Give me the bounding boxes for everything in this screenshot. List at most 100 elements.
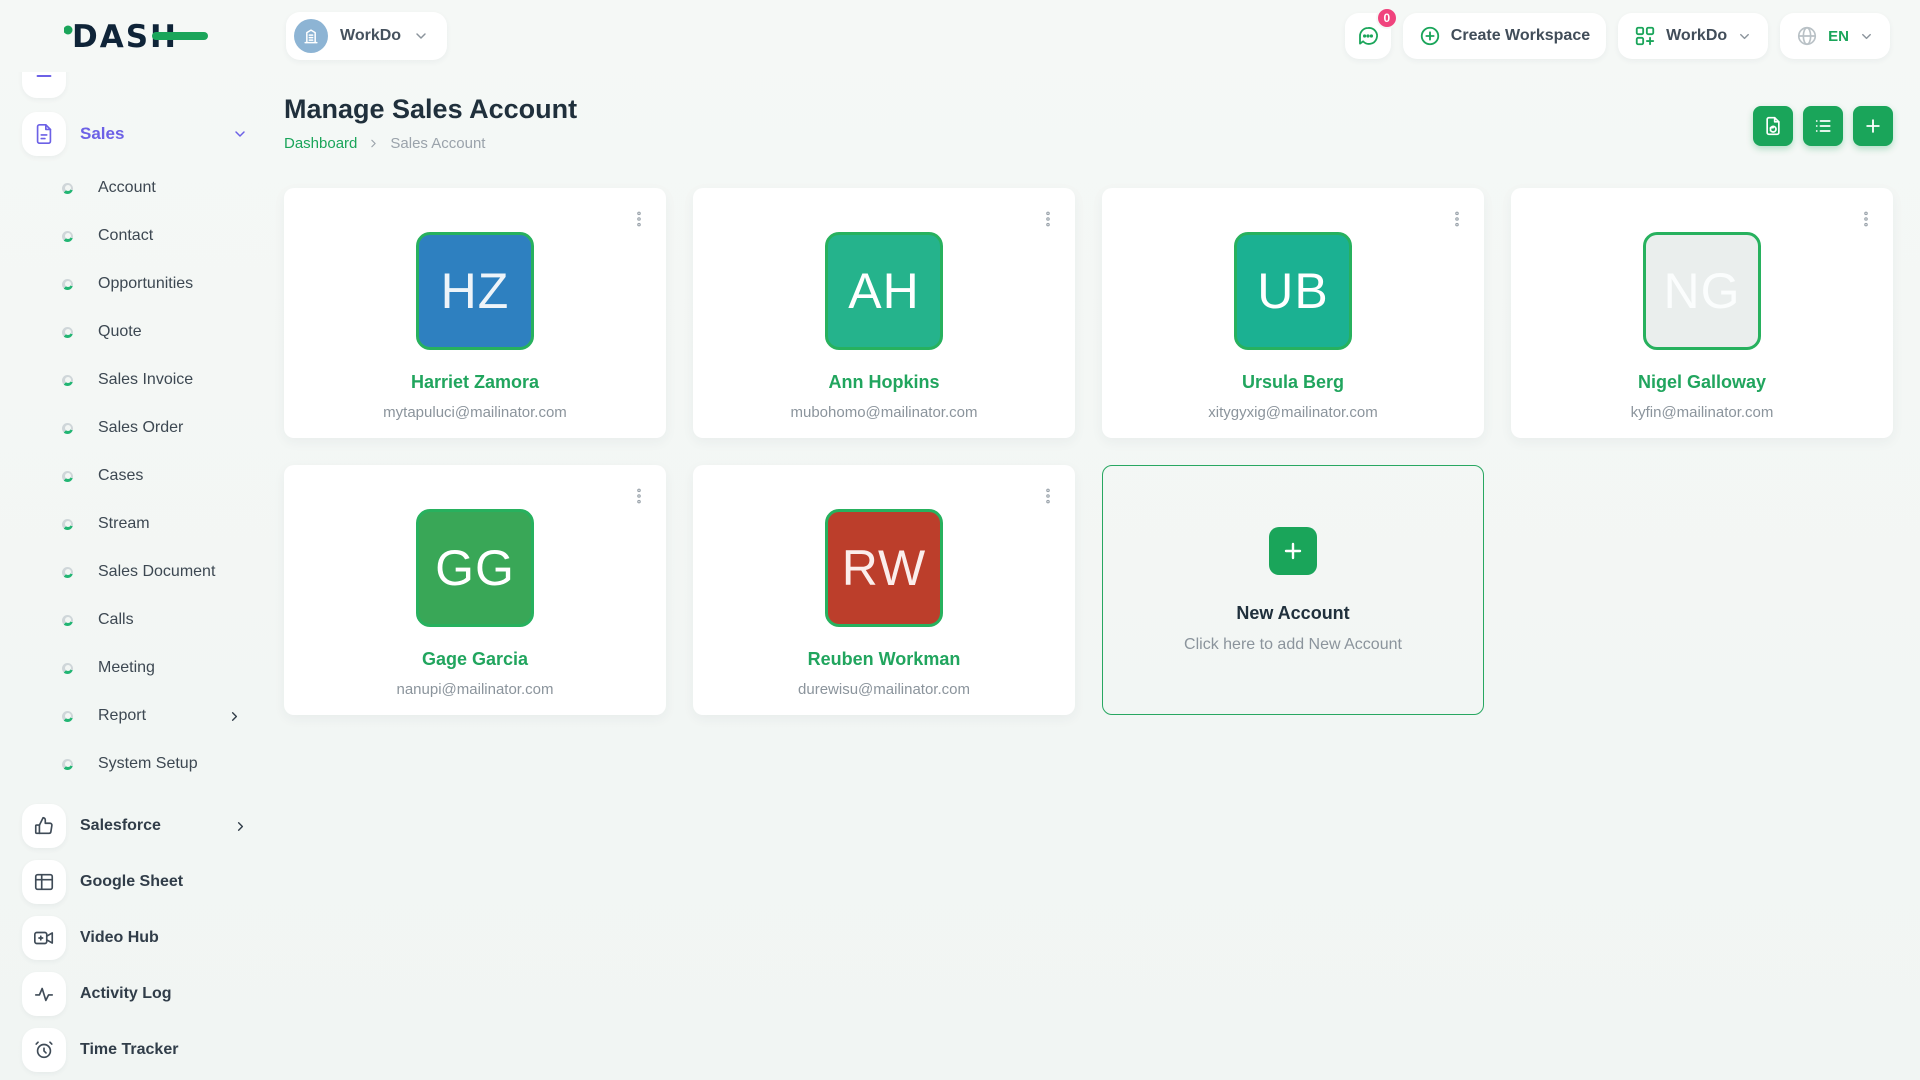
main-content: Manage Sales Account Dashboard Sales Acc… bbox=[284, 72, 1893, 715]
account-card: RW Reuben Workman durewisu@mailinator.co… bbox=[693, 465, 1075, 715]
sidebar-subitem[interactable]: Account bbox=[22, 164, 262, 212]
top-bar: DASH WorkDo 0 Creat bbox=[0, 0, 1920, 72]
sidebar-item-time-tracker[interactable]: Time Tracker bbox=[22, 1022, 262, 1078]
account-card: GG Gage Garcia nanupi@mailinator.com bbox=[284, 465, 666, 715]
card-menu-button[interactable] bbox=[626, 204, 652, 234]
sidebar-subitem[interactable]: Sales Invoice bbox=[22, 356, 262, 404]
account-name-link[interactable]: Ursula Berg bbox=[1242, 372, 1344, 393]
account-email: mubohomo@mailinator.com bbox=[791, 404, 978, 421]
new-account-title: New Account bbox=[1236, 603, 1349, 624]
card-menu-button[interactable] bbox=[1035, 204, 1061, 234]
sidebar-item-salesforce[interactable]: Salesforce bbox=[22, 798, 262, 854]
workdo-apps-menu[interactable]: WorkDo bbox=[1618, 13, 1768, 59]
account-email: durewisu@mailinator.com bbox=[798, 681, 970, 698]
workdo-menu-label: WorkDo bbox=[1666, 27, 1727, 45]
messages-button[interactable]: 0 bbox=[1345, 13, 1391, 59]
sidebar-item-label: Google Sheet bbox=[80, 873, 183, 891]
sidebar-subitem[interactable]: Sales Document bbox=[22, 548, 262, 596]
account-email: nanupi@mailinator.com bbox=[397, 681, 554, 698]
sidebar-subitem[interactable]: System Setup bbox=[22, 740, 262, 788]
chevron-right-icon bbox=[367, 137, 380, 150]
account-name-link[interactable]: Gage Garcia bbox=[422, 649, 528, 670]
list-view-button[interactable] bbox=[1803, 106, 1843, 146]
bullet-icon bbox=[62, 375, 73, 386]
account-name-link[interactable]: Harriet Zamora bbox=[411, 372, 539, 393]
page-title: Manage Sales Account bbox=[284, 94, 577, 125]
sidebar-subitem[interactable]: Report bbox=[22, 692, 262, 740]
table-icon bbox=[22, 860, 66, 904]
sidebar-subitem[interactable]: Quote bbox=[22, 308, 262, 356]
chevron-right-icon bbox=[233, 819, 248, 834]
sidebar-subitem-label: Contact bbox=[98, 227, 153, 245]
file-refresh-icon bbox=[1763, 116, 1783, 136]
sidebar-subitem-label: System Setup bbox=[98, 755, 198, 773]
building-icon bbox=[301, 26, 321, 46]
sidebar-item-label: Time Tracker bbox=[80, 1041, 178, 1059]
page-header: Manage Sales Account Dashboard Sales Acc… bbox=[284, 72, 1893, 152]
breadcrumb-dashboard-link[interactable]: Dashboard bbox=[284, 135, 357, 152]
card-menu-button[interactable] bbox=[1035, 481, 1061, 511]
sidebar-subitem-label: Stream bbox=[98, 515, 150, 533]
bullet-icon bbox=[62, 231, 73, 242]
card-menu-button[interactable] bbox=[1853, 204, 1879, 234]
workspace-selector[interactable]: WorkDo bbox=[286, 12, 447, 60]
account-name-link[interactable]: Ann Hopkins bbox=[829, 372, 940, 393]
sidebar-subitem[interactable]: Contact bbox=[22, 212, 262, 260]
sidebar-subitem-label: Meeting bbox=[98, 659, 155, 677]
plus-circle-icon bbox=[1419, 25, 1441, 47]
sidebar-item-clipped-top[interactable] bbox=[22, 72, 262, 98]
globe-icon bbox=[1796, 25, 1818, 47]
messages-badge: 0 bbox=[1376, 7, 1398, 29]
workspace-avatar bbox=[294, 19, 328, 53]
header-actions: 0 Create Workspace WorkDo bbox=[1345, 13, 1890, 59]
sidebar-item-activity-log[interactable]: Activity Log bbox=[22, 966, 262, 1022]
avatar: RW bbox=[825, 509, 943, 627]
create-workspace-label: Create Workspace bbox=[1451, 27, 1590, 45]
sidebar-subitem-label: Calls bbox=[98, 611, 134, 629]
sidebar-subitem-label: Opportunities bbox=[98, 275, 193, 293]
card-menu-button[interactable] bbox=[626, 481, 652, 511]
bullet-icon bbox=[62, 663, 73, 674]
account-name-link[interactable]: Nigel Galloway bbox=[1638, 372, 1766, 393]
sidebar-subitem[interactable]: Sales Order bbox=[22, 404, 262, 452]
dash-icon bbox=[22, 72, 66, 98]
sidebar-subitem[interactable]: Cases bbox=[22, 452, 262, 500]
account-name-link[interactable]: Reuben Workman bbox=[808, 649, 961, 670]
import-export-button[interactable] bbox=[1753, 106, 1793, 146]
bullet-icon bbox=[62, 615, 73, 626]
sidebar-group-sales[interactable]: Sales bbox=[22, 112, 262, 156]
language-selector[interactable]: EN bbox=[1780, 13, 1890, 59]
card-menu-button[interactable] bbox=[1444, 204, 1470, 234]
more-vertical-icon bbox=[1448, 208, 1466, 230]
avatar: HZ bbox=[416, 232, 534, 350]
plus-icon bbox=[1863, 116, 1883, 136]
sidebar-item-video-hub[interactable]: Video Hub bbox=[22, 910, 262, 966]
account-card: AH Ann Hopkins mubohomo@mailinator.com bbox=[693, 188, 1075, 438]
sidebar-subitem[interactable]: Stream bbox=[22, 500, 262, 548]
video-camera-icon bbox=[22, 916, 66, 960]
avatar: AH bbox=[825, 232, 943, 350]
sidebar-item-google-sheet[interactable]: Google Sheet bbox=[22, 854, 262, 910]
new-account-card[interactable]: New Account Click here to add New Accoun… bbox=[1102, 465, 1484, 715]
account-card: NG Nigel Galloway kyfin@mailinator.com bbox=[1511, 188, 1893, 438]
bullet-icon bbox=[62, 423, 73, 434]
sidebar-subitem-label: Sales Invoice bbox=[98, 371, 193, 389]
file-icon bbox=[22, 112, 66, 156]
chevron-right-icon bbox=[227, 709, 242, 724]
chevron-down-icon bbox=[1859, 29, 1874, 44]
bullet-icon bbox=[62, 279, 73, 290]
sidebar-subitem[interactable]: Opportunities bbox=[22, 260, 262, 308]
sales-submenu: Account Contact Opportunities Quote bbox=[22, 164, 262, 788]
workspace-name: WorkDo bbox=[340, 27, 401, 45]
avatar: UB bbox=[1234, 232, 1352, 350]
breadcrumb: Dashboard Sales Account bbox=[284, 135, 577, 152]
more-vertical-icon bbox=[630, 485, 648, 507]
app-logo[interactable]: DASH bbox=[64, 15, 214, 57]
sidebar-subitem-label: Sales Order bbox=[98, 419, 183, 437]
add-account-button[interactable] bbox=[1853, 106, 1893, 146]
sidebar-subitem[interactable]: Calls bbox=[22, 596, 262, 644]
sidebar-subitem[interactable]: Meeting bbox=[22, 644, 262, 692]
bullet-icon bbox=[62, 519, 73, 530]
account-card: UB Ursula Berg xitygyxig@mailinator.com bbox=[1102, 188, 1484, 438]
create-workspace-button[interactable]: Create Workspace bbox=[1403, 13, 1606, 59]
